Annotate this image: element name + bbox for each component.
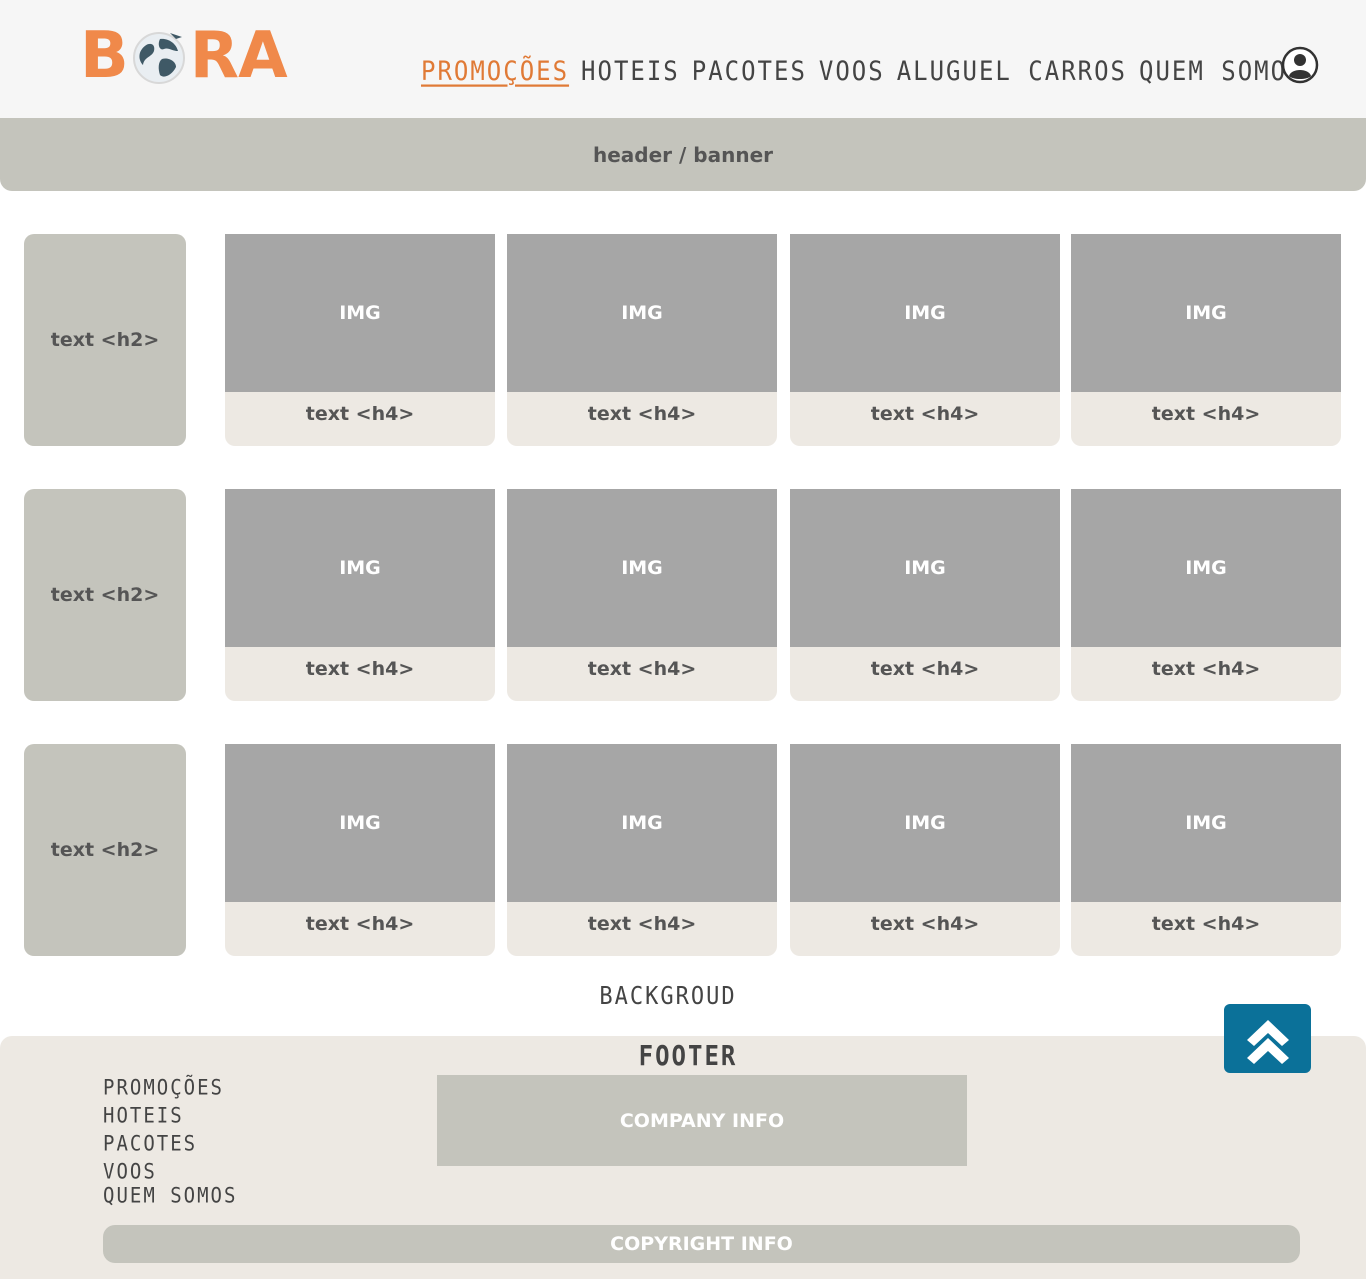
promo-card[interactable]: IMG text <h4>: [507, 744, 777, 956]
row-title: text <h2>: [24, 744, 186, 956]
promo-card[interactable]: IMG text <h4>: [790, 489, 1060, 701]
copyright-info: COPYRIGHT INFO: [103, 1225, 1300, 1263]
nav-item-promocoes[interactable]: PROMOÇÕES: [421, 52, 569, 90]
promo-card[interactable]: IMG text <h4>: [507, 489, 777, 701]
nav-item-aluguel-carros[interactable]: ALUGUEL CARROS: [897, 52, 1127, 90]
card-label: text <h4>: [305, 913, 415, 935]
footer-link-promocoes[interactable]: PROMOÇÕES: [103, 1072, 237, 1103]
card-image: IMG: [1071, 234, 1341, 392]
promo-card[interactable]: IMG text <h4>: [225, 489, 495, 701]
card-label: text <h4>: [1151, 658, 1261, 680]
card-label: text <h4>: [870, 913, 980, 935]
promo-card[interactable]: IMG text <h4>: [790, 234, 1060, 446]
footer-title: FOOTER: [638, 1039, 738, 1073]
card-image: IMG: [790, 489, 1060, 647]
footer-link-quem-somos[interactable]: QUEM SOMOS: [103, 1180, 237, 1211]
card-image: IMG: [1071, 744, 1341, 902]
promo-card[interactable]: IMG text <h4>: [507, 234, 777, 446]
promo-card[interactable]: IMG text <h4>: [1071, 234, 1341, 446]
background-label: BACKGROUD: [599, 982, 737, 1011]
footer-link-pacotes[interactable]: PACOTES: [103, 1128, 237, 1159]
logo-letter-b: B: [80, 19, 129, 93]
footer: FOOTER PROMOÇÕES HOTEIS PACOTES VOOS QUE…: [0, 1036, 1366, 1279]
card-label: text <h4>: [1151, 403, 1261, 425]
card-image: IMG: [507, 744, 777, 902]
card-label: text <h4>: [305, 403, 415, 425]
nav-item-hoteis[interactable]: HOTEIS: [581, 52, 680, 90]
card-label: text <h4>: [587, 403, 697, 425]
card-image: IMG: [790, 234, 1060, 392]
globe-icon: [132, 32, 185, 84]
nav-item-voos[interactable]: VOOS: [819, 52, 885, 90]
card-label: text <h4>: [870, 403, 980, 425]
row-title: text <h2>: [24, 234, 186, 446]
logo-letters-ra: RA: [189, 19, 288, 93]
promo-card[interactable]: IMG text <h4>: [225, 234, 495, 446]
card-label: text <h4>: [587, 913, 697, 935]
footer-link-hoteis[interactable]: HOTEIS: [103, 1100, 237, 1131]
banner-label: header / banner: [593, 142, 773, 167]
row-title: text <h2>: [24, 489, 186, 701]
card-image: IMG: [507, 489, 777, 647]
card-image: IMG: [1071, 489, 1341, 647]
main-nav: PROMOÇÕES HOTEIS PACOTES VOOS ALUGUEL CA…: [421, 52, 1304, 86]
promo-card[interactable]: IMG text <h4>: [790, 744, 1060, 956]
card-label: text <h4>: [305, 658, 415, 680]
card-label: text <h4>: [1151, 913, 1261, 935]
header-banner: header / banner: [0, 118, 1366, 191]
card-image: IMG: [225, 234, 495, 392]
top-navigation-bar: B RA PROMOÇÕES HOTEIS PACOTES VOOS ALUGU…: [0, 0, 1366, 120]
user-circle-icon[interactable]: [1281, 46, 1319, 84]
nav-item-quem-somos[interactable]: QUEM SOMOS: [1139, 52, 1304, 90]
card-image: IMG: [225, 744, 495, 902]
footer-links: PROMOÇÕES HOTEIS PACOTES VOOS QUEM SOMOS: [103, 1072, 237, 1208]
card-label: text <h4>: [587, 658, 697, 680]
promo-card[interactable]: IMG text <h4>: [225, 744, 495, 956]
bora-logo[interactable]: B RA: [80, 19, 288, 93]
back-to-top-button[interactable]: [1224, 1004, 1311, 1073]
card-image: IMG: [507, 234, 777, 392]
nav-item-pacotes[interactable]: PACOTES: [692, 52, 807, 90]
company-info: COMPANY INFO: [437, 1075, 967, 1166]
card-label: text <h4>: [870, 658, 980, 680]
double-chevron-up-icon: [1246, 1019, 1289, 1064]
card-image: IMG: [225, 489, 495, 647]
promo-card[interactable]: IMG text <h4>: [1071, 489, 1341, 701]
card-image: IMG: [790, 744, 1060, 902]
promo-card[interactable]: IMG text <h4>: [1071, 744, 1341, 956]
